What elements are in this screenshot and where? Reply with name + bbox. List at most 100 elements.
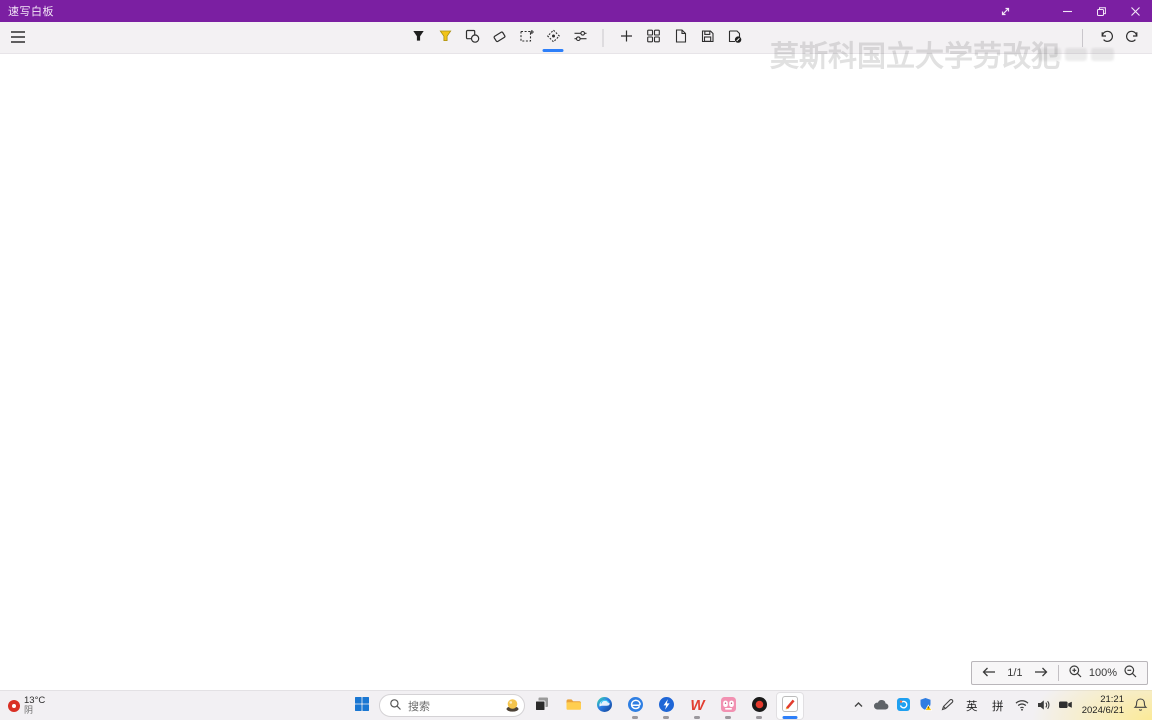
save-button[interactable] xyxy=(694,24,721,52)
security-app-button[interactable] xyxy=(916,693,936,719)
active-indicator xyxy=(782,716,798,719)
volume-button[interactable] xyxy=(1034,693,1054,719)
wifi-icon xyxy=(1014,698,1030,715)
weather-condition: 阴 xyxy=(24,705,34,716)
toolbar xyxy=(0,22,1152,54)
restore-icon xyxy=(1096,6,1107,17)
wifi-button[interactable] xyxy=(1012,693,1032,719)
running-indicator xyxy=(663,716,669,719)
whiteboard-canvas[interactable] xyxy=(0,55,1152,690)
page-icon xyxy=(672,28,688,47)
highlighter-tool-button[interactable] xyxy=(432,24,459,52)
save-as-button[interactable] xyxy=(721,24,748,52)
e-learning-app-icon xyxy=(627,696,644,716)
start-button[interactable] xyxy=(348,692,376,720)
minimize-icon xyxy=(1062,6,1073,17)
shield-warning-icon xyxy=(918,697,933,715)
weather-widget[interactable]: 13°C 阴 xyxy=(2,691,51,720)
clock-widget[interactable]: 21:21 2024/6/21 xyxy=(1078,694,1128,717)
taskbar-center: 搜索 W xyxy=(348,691,804,720)
running-indicator xyxy=(694,716,700,719)
chevron-up-icon xyxy=(852,698,865,714)
pen-settings-button[interactable] xyxy=(938,693,958,719)
eraser-tool-button[interactable] xyxy=(486,24,513,52)
save-as-icon xyxy=(726,28,742,47)
file-explorer-button[interactable] xyxy=(559,692,587,720)
move-icon xyxy=(545,28,561,47)
grid-icon xyxy=(645,28,661,47)
minimize-button[interactable] xyxy=(1050,0,1084,22)
new-page-button[interactable] xyxy=(667,24,694,52)
running-indicator xyxy=(632,716,638,719)
record-icon xyxy=(751,696,768,716)
wps-office-button[interactable]: W xyxy=(683,692,711,720)
arrow-right-icon xyxy=(1033,665,1049,682)
sketch-whiteboard-app-button[interactable] xyxy=(776,691,804,720)
bell-icon xyxy=(1133,697,1148,715)
stylus-pen-icon xyxy=(940,697,955,715)
title-bar: 速写白板 xyxy=(0,0,1152,22)
task-view-button[interactable] xyxy=(528,692,556,720)
wps-icon: W xyxy=(690,697,704,714)
zoom-in-icon xyxy=(1068,664,1083,682)
select-tool-button[interactable] xyxy=(513,24,540,52)
zoom-out-button[interactable] xyxy=(1117,662,1143,684)
page-controls-separator xyxy=(1057,665,1059,681)
taskbar-search[interactable]: 搜索 xyxy=(379,694,525,717)
shapes-icon xyxy=(464,28,480,47)
pen-tool-button[interactable] xyxy=(405,24,432,52)
redo-button[interactable] xyxy=(1119,24,1146,52)
notifications-button[interactable] xyxy=(1130,693,1150,719)
hidden-icons-button[interactable] xyxy=(849,693,869,719)
windows-start-icon xyxy=(354,696,370,715)
menu-button[interactable] xyxy=(5,25,31,51)
fullscreen-icon xyxy=(999,5,1012,18)
lightning-icon xyxy=(658,696,675,716)
arrow-left-icon xyxy=(981,665,997,682)
tool-group xyxy=(405,24,748,52)
cloud-icon xyxy=(873,698,890,715)
e-learning-app-button[interactable] xyxy=(621,692,649,720)
redo-icon xyxy=(1125,29,1141,48)
camera-icon xyxy=(1058,699,1073,714)
edge-icon xyxy=(596,696,613,716)
pen-icon xyxy=(410,28,426,47)
screen: 速写白板 1/1 100% 13°C 阴 搜索 W 英 拼 21:21 2024… xyxy=(0,0,1152,720)
toolbar-separator-2 xyxy=(1082,29,1083,47)
task-view-icon xyxy=(534,696,550,715)
edge-browser-button[interactable] xyxy=(590,692,618,720)
camera-device-button[interactable] xyxy=(1056,693,1076,719)
undo-button[interactable] xyxy=(1092,24,1119,52)
thunder-app-button[interactable] xyxy=(652,692,680,720)
page-controls: 1/1 100% xyxy=(970,661,1148,685)
adjust-tool-button[interactable] xyxy=(567,24,594,52)
sync-app-button[interactable] xyxy=(894,693,914,719)
shapes-tool-button[interactable] xyxy=(459,24,486,52)
highlighter-icon xyxy=(437,28,453,47)
screen-recorder-button[interactable] xyxy=(745,692,773,720)
zoom-in-button[interactable] xyxy=(1063,662,1089,684)
folder-icon xyxy=(565,696,582,715)
close-icon xyxy=(1130,6,1141,17)
next-page-button[interactable] xyxy=(1028,662,1054,684)
ime-pinyin-indicator[interactable]: 拼 xyxy=(986,693,1010,719)
whiteboard-app-icon xyxy=(781,695,799,716)
close-button[interactable] xyxy=(1118,0,1152,22)
pink-social-app-button[interactable] xyxy=(714,692,742,720)
add-page-button[interactable] xyxy=(613,24,640,52)
clock-date: 2024/6/21 xyxy=(1081,705,1124,716)
move-tool-button[interactable] xyxy=(540,24,567,52)
system-tray: 英 拼 21:21 2024/6/21 xyxy=(849,691,1150,720)
save-icon xyxy=(699,28,715,47)
ime-english-indicator[interactable]: 英 xyxy=(960,693,984,719)
toolbar-separator xyxy=(602,28,604,47)
restore-button[interactable] xyxy=(1084,0,1118,22)
running-indicator xyxy=(756,716,762,719)
history-group xyxy=(1073,24,1146,52)
onedrive-button[interactable] xyxy=(871,693,892,719)
fullscreen-button[interactable] xyxy=(988,0,1022,22)
page-grid-button[interactable] xyxy=(640,24,667,52)
window-controls xyxy=(988,0,1152,22)
search-placeholder: 搜索 xyxy=(408,700,430,713)
prev-page-button[interactable] xyxy=(976,662,1002,684)
